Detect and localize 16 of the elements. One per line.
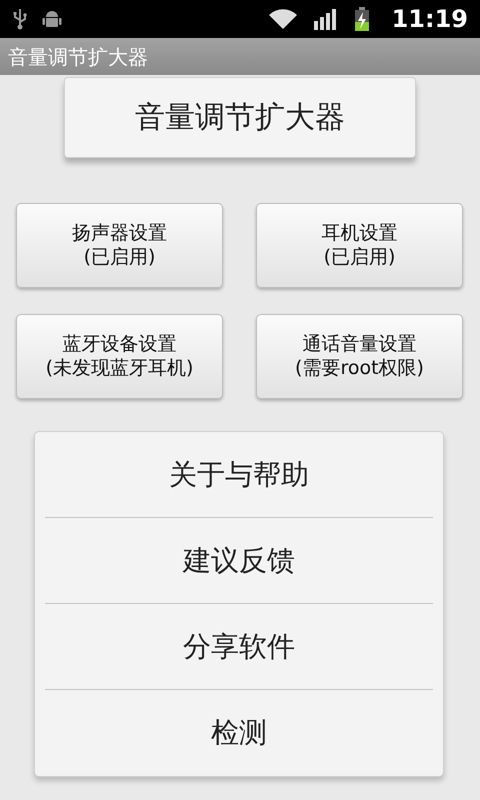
- menu-item[interactable]: 检测: [45, 690, 433, 776]
- battery-icon: [354, 7, 370, 31]
- signal-icon: [314, 8, 338, 30]
- wifi-icon: [268, 8, 298, 30]
- window-title: 音量调节扩大器: [8, 44, 148, 70]
- settings-button[interactable]: 扬声器设置 (已启用): [16, 203, 223, 288]
- clock-time: 11:19: [392, 4, 468, 35]
- menu-item[interactable]: 建议反馈: [45, 518, 433, 604]
- menu-item[interactable]: 分享软件: [45, 604, 433, 690]
- app-title: 音量调节扩大器: [64, 77, 416, 158]
- usb-icon: [12, 8, 28, 30]
- menu-item[interactable]: 关于与帮助: [45, 432, 433, 518]
- settings-button[interactable]: 耳机设置 (已启用): [256, 203, 463, 288]
- settings-button[interactable]: 蓝牙设备设置 (未发现蓝牙耳机): [16, 314, 223, 399]
- android-icon: [42, 8, 62, 30]
- settings-button[interactable]: 通话音量设置 (需要root权限): [256, 314, 463, 399]
